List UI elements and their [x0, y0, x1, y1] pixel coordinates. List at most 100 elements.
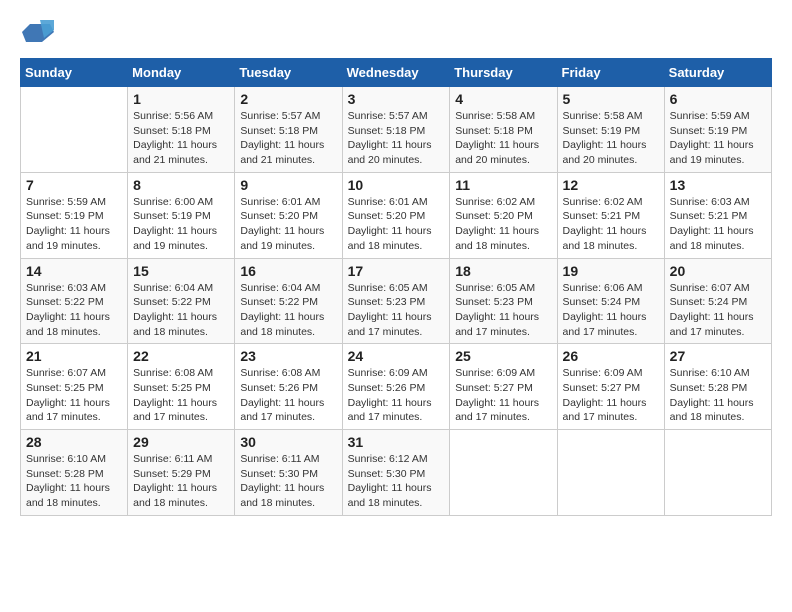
week-row-4: 21 Sunrise: 6:07 AM Sunset: 5:25 PM Dayli… [21, 344, 772, 430]
day-number: 3 [348, 91, 445, 107]
day-number: 1 [133, 91, 229, 107]
calendar-cell: 19 Sunrise: 6:06 AM Sunset: 5:24 PM Dayli… [557, 258, 664, 344]
header-wednesday: Wednesday [342, 59, 450, 87]
day-number: 22 [133, 348, 229, 364]
calendar-cell: 18 Sunrise: 6:05 AM Sunset: 5:23 PM Dayli… [450, 258, 557, 344]
calendar-cell: 15Sunrise: 6:04 AM Sunset: 5:22 PM Dayli… [128, 258, 235, 344]
day-info: Sunrise: 5:56 AM Sunset: 5:18 PM Dayligh… [133, 109, 229, 168]
week-row-5: 28 Sunrise: 6:10 AM Sunset: 5:28 PM Dayli… [21, 430, 772, 516]
calendar-cell: 1 Sunrise: 5:56 AM Sunset: 5:18 PM Daylig… [128, 87, 235, 173]
calendar-cell: 28 Sunrise: 6:10 AM Sunset: 5:28 PM Dayli… [21, 430, 128, 516]
day-number: 16 [240, 263, 336, 279]
day-info: Sunrise: 5:58 AM Sunset: 5:18 PM Dayligh… [455, 109, 551, 168]
day-info: Sunrise: 6:09 AM Sunset: 5:27 PM Dayligh… [563, 366, 659, 425]
calendar-cell [664, 430, 771, 516]
calendar-cell: 8 Sunrise: 6:00 AM Sunset: 5:19 PM Daylig… [128, 172, 235, 258]
calendar-cell: 2 Sunrise: 5:57 AM Sunset: 5:18 PM Daylig… [235, 87, 342, 173]
day-number: 10 [348, 177, 445, 193]
calendar-cell: 3 Sunrise: 5:57 AM Sunset: 5:18 PM Daylig… [342, 87, 450, 173]
day-number: 5 [563, 91, 659, 107]
day-number: 7 [26, 177, 122, 193]
calendar-cell: 29 Sunrise: 6:11 AM Sunset: 5:29 PM Dayli… [128, 430, 235, 516]
day-info: Sunrise: 6:07 AM Sunset: 5:24 PM Dayligh… [670, 281, 766, 340]
day-info: Sunrise: 6:02 AM Sunset: 5:21 PM Dayligh… [563, 195, 659, 254]
calendar-cell: 26 Sunrise: 6:09 AM Sunset: 5:27 PM Dayli… [557, 344, 664, 430]
week-row-1: 1 Sunrise: 5:56 AM Sunset: 5:18 PM Daylig… [21, 87, 772, 173]
day-number: 13 [670, 177, 766, 193]
calendar-cell: 21 Sunrise: 6:07 AM Sunset: 5:25 PM Dayli… [21, 344, 128, 430]
header-saturday: Saturday [664, 59, 771, 87]
day-info: Sunrise: 6:04 AM Sunset: 5:22 PM Dayligh… [133, 281, 229, 340]
day-info: Sunrise: 6:08 AM Sunset: 5:26 PM Dayligh… [240, 366, 336, 425]
day-info: Sunrise: 6:11 AM Sunset: 5:29 PM Dayligh… [133, 452, 229, 511]
calendar-cell: 7 Sunrise: 5:59 AM Sunset: 5:19 PM Daylig… [21, 172, 128, 258]
day-info: Sunrise: 5:58 AM Sunset: 5:19 PM Dayligh… [563, 109, 659, 168]
day-info: Sunrise: 6:05 AM Sunset: 5:23 PM Dayligh… [348, 281, 445, 340]
day-info: Sunrise: 6:12 AM Sunset: 5:30 PM Dayligh… [348, 452, 445, 511]
day-number: 4 [455, 91, 551, 107]
day-number: 31 [348, 434, 445, 450]
calendar-cell: 5 Sunrise: 5:58 AM Sunset: 5:19 PM Daylig… [557, 87, 664, 173]
calendar-cell: 27 Sunrise: 6:10 AM Sunset: 5:28 PM Dayli… [664, 344, 771, 430]
week-row-2: 7 Sunrise: 5:59 AM Sunset: 5:19 PM Daylig… [21, 172, 772, 258]
day-number: 18 [455, 263, 551, 279]
calendar-cell: 24Sunrise: 6:09 AM Sunset: 5:26 PM Dayli… [342, 344, 450, 430]
day-number: 20 [670, 263, 766, 279]
day-info: Sunrise: 5:59 AM Sunset: 5:19 PM Dayligh… [26, 195, 122, 254]
day-info: Sunrise: 6:06 AM Sunset: 5:24 PM Dayligh… [563, 281, 659, 340]
calendar-cell [557, 430, 664, 516]
day-info: Sunrise: 6:07 AM Sunset: 5:25 PM Dayligh… [26, 366, 122, 425]
calendar-table: SundayMondayTuesdayWednesdayThursdayFrid… [20, 58, 772, 516]
calendar-cell: 16 Sunrise: 6:04 AM Sunset: 5:22 PM Dayli… [235, 258, 342, 344]
calendar-cell: 23Sunrise: 6:08 AM Sunset: 5:26 PM Dayli… [235, 344, 342, 430]
day-number: 21 [26, 348, 122, 364]
day-info: Sunrise: 6:05 AM Sunset: 5:23 PM Dayligh… [455, 281, 551, 340]
day-number: 9 [240, 177, 336, 193]
day-info: Sunrise: 6:04 AM Sunset: 5:22 PM Dayligh… [240, 281, 336, 340]
day-info: Sunrise: 6:03 AM Sunset: 5:22 PM Dayligh… [26, 281, 122, 340]
calendar-cell: 17 Sunrise: 6:05 AM Sunset: 5:23 PM Dayli… [342, 258, 450, 344]
header-sunday: Sunday [21, 59, 128, 87]
day-info: Sunrise: 6:03 AM Sunset: 5:21 PM Dayligh… [670, 195, 766, 254]
calendar-cell: 25Sunrise: 6:09 AM Sunset: 5:27 PM Dayli… [450, 344, 557, 430]
day-info: Sunrise: 5:57 AM Sunset: 5:18 PM Dayligh… [240, 109, 336, 168]
calendar-cell: 4 Sunrise: 5:58 AM Sunset: 5:18 PM Daylig… [450, 87, 557, 173]
calendar-cell: 12 Sunrise: 6:02 AM Sunset: 5:21 PM Dayli… [557, 172, 664, 258]
calendar-cell: 11 Sunrise: 6:02 AM Sunset: 5:20 PM Dayli… [450, 172, 557, 258]
day-number: 6 [670, 91, 766, 107]
day-number: 2 [240, 91, 336, 107]
header-tuesday: Tuesday [235, 59, 342, 87]
day-number: 19 [563, 263, 659, 279]
day-number: 30 [240, 434, 336, 450]
day-number: 17 [348, 263, 445, 279]
logo-icon [22, 20, 54, 42]
day-info: Sunrise: 6:02 AM Sunset: 5:20 PM Dayligh… [455, 195, 551, 254]
day-info: Sunrise: 5:59 AM Sunset: 5:19 PM Dayligh… [670, 109, 766, 168]
header-monday: Monday [128, 59, 235, 87]
calendar-cell: 13 Sunrise: 6:03 AM Sunset: 5:21 PM Dayli… [664, 172, 771, 258]
day-info: Sunrise: 6:10 AM Sunset: 5:28 PM Dayligh… [670, 366, 766, 425]
day-number: 27 [670, 348, 766, 364]
day-number: 24 [348, 348, 445, 364]
day-info: Sunrise: 6:11 AM Sunset: 5:30 PM Dayligh… [240, 452, 336, 511]
day-number: 11 [455, 177, 551, 193]
day-info: Sunrise: 6:08 AM Sunset: 5:25 PM Dayligh… [133, 366, 229, 425]
day-number: 29 [133, 434, 229, 450]
calendar-header-row: SundayMondayTuesdayWednesdayThursdayFrid… [21, 59, 772, 87]
calendar-cell: 14 Sunrise: 6:03 AM Sunset: 5:22 PM Dayli… [21, 258, 128, 344]
calendar-cell: 30 Sunrise: 6:11 AM Sunset: 5:30 PM Dayli… [235, 430, 342, 516]
calendar-cell [21, 87, 128, 173]
day-info: Sunrise: 6:10 AM Sunset: 5:28 PM Dayligh… [26, 452, 122, 511]
day-info: Sunrise: 6:01 AM Sunset: 5:20 PM Dayligh… [348, 195, 445, 254]
calendar-cell: 10 Sunrise: 6:01 AM Sunset: 5:20 PM Dayli… [342, 172, 450, 258]
day-number: 12 [563, 177, 659, 193]
calendar-cell: 22 Sunrise: 6:08 AM Sunset: 5:25 PM Dayli… [128, 344, 235, 430]
logo [20, 20, 54, 42]
day-info: Sunrise: 6:00 AM Sunset: 5:19 PM Dayligh… [133, 195, 229, 254]
day-number: 8 [133, 177, 229, 193]
day-number: 26 [563, 348, 659, 364]
calendar-cell: 31 Sunrise: 6:12 AM Sunset: 5:30 PM Dayli… [342, 430, 450, 516]
day-info: Sunrise: 5:57 AM Sunset: 5:18 PM Dayligh… [348, 109, 445, 168]
day-number: 14 [26, 263, 122, 279]
day-number: 28 [26, 434, 122, 450]
